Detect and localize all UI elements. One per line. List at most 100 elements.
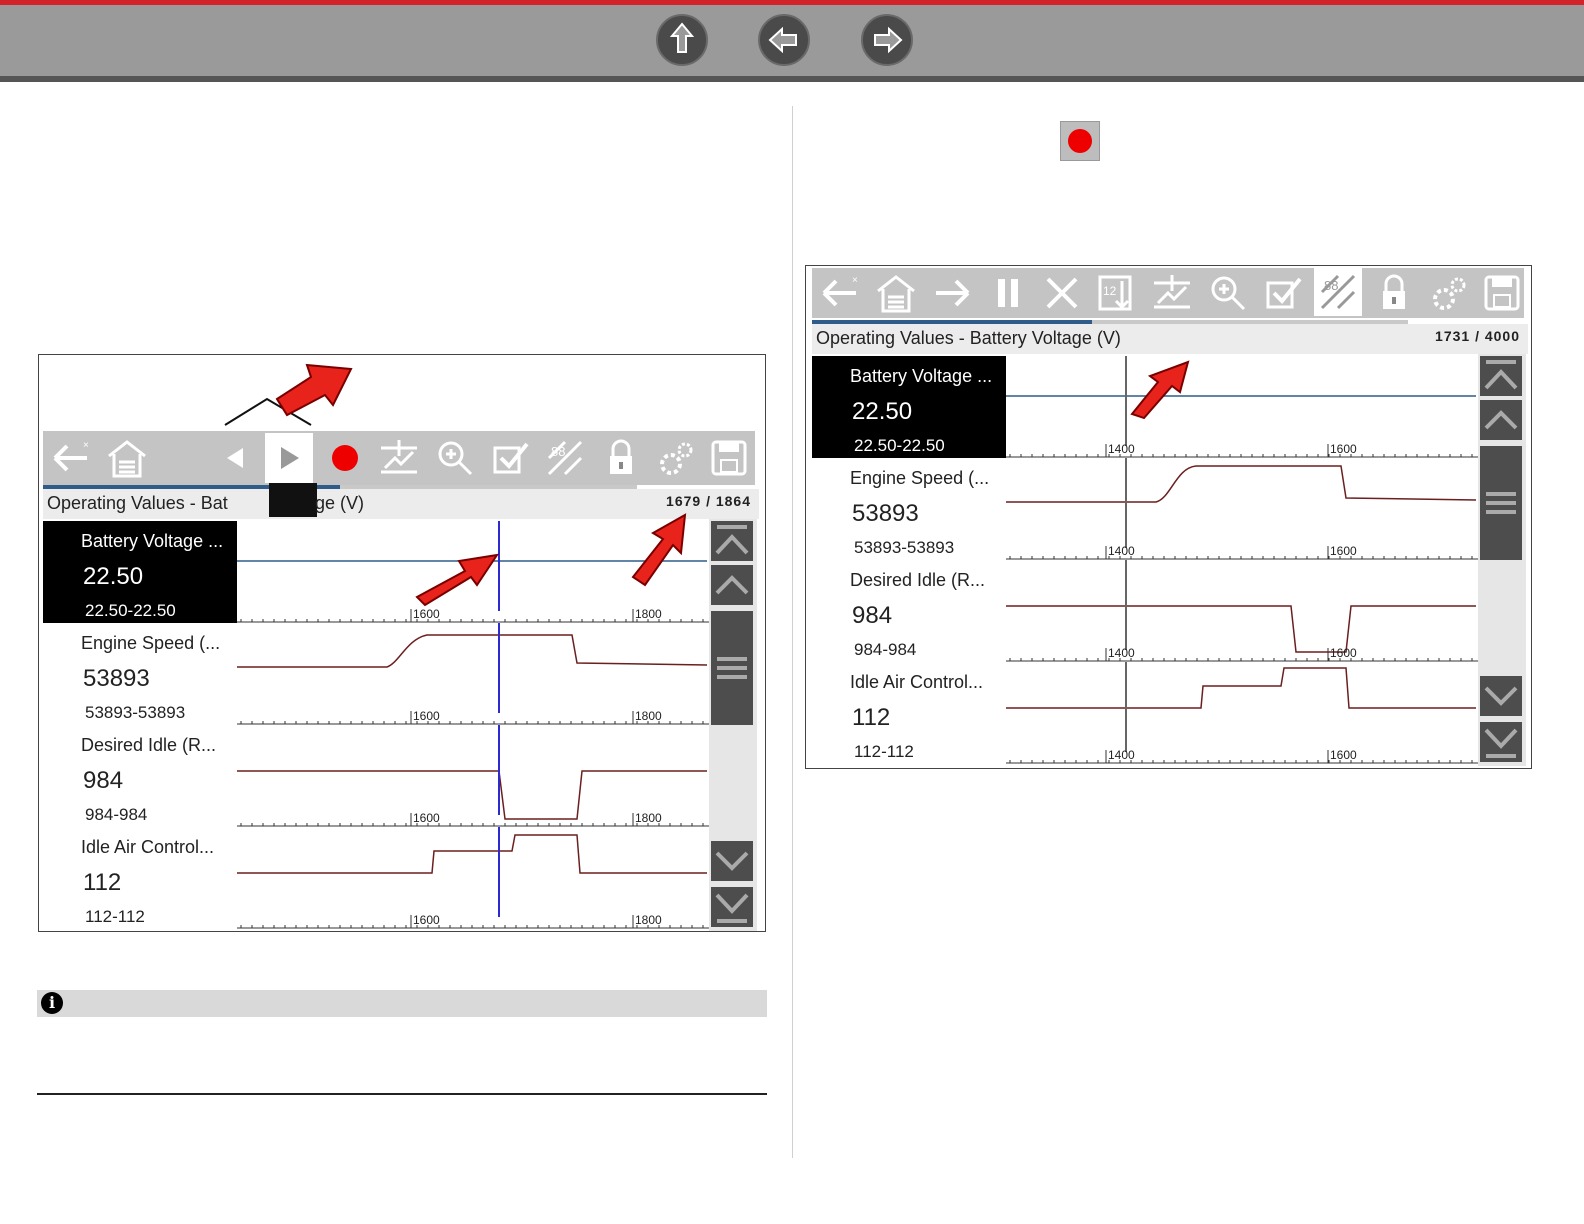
tick-label: 1400 xyxy=(1108,748,1135,762)
parameter-label-box[interactable]: Desired Idle (R... 984 984-984 xyxy=(43,725,237,827)
parameter-row[interactable]: Idle Air Control... 112 112-112 1400 1600 xyxy=(812,662,1478,764)
parameter-row[interactable]: Idle Air Control... 112 112-112 1600 1800 xyxy=(43,827,709,929)
scroll-down-button[interactable] xyxy=(1480,676,1522,716)
scroll-bottom-button[interactable] xyxy=(711,887,753,927)
parameter-graph[interactable]: 1400 1600 xyxy=(1006,662,1478,764)
home-up-button[interactable] xyxy=(656,14,708,66)
select-icon[interactable] xyxy=(489,436,533,480)
tick-label: 1600 xyxy=(1330,646,1357,660)
previous-frame-icon[interactable] xyxy=(213,436,257,480)
scroll-down-button[interactable] xyxy=(711,841,753,881)
parameter-name: Engine Speed (... xyxy=(850,468,990,488)
chevron-up-icon xyxy=(715,575,749,595)
chevron-down-icon xyxy=(715,851,749,871)
svg-text:88: 88 xyxy=(551,444,565,459)
svg-text:×: × xyxy=(852,275,858,286)
tick-label: 1800 xyxy=(635,607,662,621)
callout-bracket xyxy=(224,363,353,426)
tick-label: 1800 xyxy=(635,709,662,723)
lock-icon[interactable] xyxy=(599,436,643,480)
parameter-name: Desired Idle (R... xyxy=(850,570,986,590)
home-icon[interactable] xyxy=(105,436,149,480)
cursor-marker xyxy=(269,483,317,517)
record-icon[interactable] xyxy=(323,436,367,480)
tick-label: 1600 xyxy=(413,709,440,723)
sort-icon[interactable]: 12 xyxy=(1094,271,1138,315)
tick-label: 1600 xyxy=(413,913,440,927)
parameter-graph[interactable]: 1400 1600 xyxy=(1006,458,1478,560)
previous-page-button[interactable] xyxy=(758,14,810,66)
parameter-label-box[interactable]: Battery Voltage ... 22.50 22.50-22.50 xyxy=(812,356,1006,458)
column-divider xyxy=(792,106,793,1158)
parameter-label-box[interactable]: Battery Voltage ... 22.50 22.50-22.50 xyxy=(43,521,237,623)
chevron-up-icon xyxy=(1484,410,1518,430)
parameter-label-box[interactable]: Idle Air Control... 112 112-112 xyxy=(812,662,1006,764)
scroll-up-button[interactable] xyxy=(711,565,753,605)
save-icon[interactable] xyxy=(1480,271,1524,315)
zoom-icon[interactable] xyxy=(1206,271,1250,315)
graph-scale-icon[interactable] xyxy=(1150,271,1194,315)
svg-text:88: 88 xyxy=(1324,278,1338,293)
parameter-label-box[interactable]: Engine Speed (... 53893 53893-53893 xyxy=(812,458,1006,560)
parameter-value: 112 xyxy=(852,704,891,731)
parameter-graph[interactable]: 1600 1800 xyxy=(237,725,709,827)
left-header-title: Operating Values - Bat xyxy=(47,493,228,513)
tick-label: 1600 xyxy=(1330,544,1357,558)
home-icon[interactable] xyxy=(874,271,918,315)
scroll-bottom-button[interactable] xyxy=(1480,722,1522,762)
parameter-label-box[interactable]: Engine Speed (... 53893 53893-53893 xyxy=(43,623,237,725)
forward-icon[interactable] xyxy=(930,271,974,315)
parameter-graph[interactable]: 1600 1800 xyxy=(237,827,709,929)
parameter-range: 22.50-22.50 xyxy=(85,601,176,620)
parameter-value: 984 xyxy=(852,602,893,629)
tick-label: 1600 xyxy=(1330,748,1357,762)
parameter-value: 22.50 xyxy=(852,398,913,425)
back-icon[interactable]: × xyxy=(49,436,93,480)
lock-icon[interactable] xyxy=(1372,271,1416,315)
scroll-top-icon xyxy=(715,525,749,555)
zoom-icon[interactable] xyxy=(433,436,477,480)
pause-icon[interactable] xyxy=(986,271,1030,315)
grip-icon xyxy=(1486,492,1516,514)
scroll-top-button[interactable] xyxy=(1480,356,1522,396)
parameter-label-box[interactable]: Desired Idle (R... 984 984-984 xyxy=(812,560,1006,662)
parameter-row[interactable]: Desired Idle (R... 984 984-984 1400 1600 xyxy=(812,560,1478,662)
back-icon[interactable]: × xyxy=(818,271,862,315)
parameter-row[interactable]: Engine Speed (... 53893 53893-53893 1400 160… xyxy=(812,458,1478,560)
clear-icon[interactable] xyxy=(1040,271,1084,315)
top-accent-line xyxy=(0,0,1584,5)
next-page-button[interactable] xyxy=(861,14,913,66)
save-icon[interactable] xyxy=(707,436,751,480)
parameter-value: 984 xyxy=(83,767,124,794)
parameter-graph[interactable]: 1400 1600 xyxy=(1006,356,1478,458)
scroll-top-button[interactable] xyxy=(711,521,753,561)
settings-icon[interactable] xyxy=(1426,271,1470,315)
parameter-graph[interactable]: 1600 1800 xyxy=(237,623,709,725)
left-toolbar: × 88 xyxy=(43,431,755,485)
record-icon xyxy=(1068,129,1092,153)
left-arrow-icon xyxy=(768,26,797,54)
select-icon[interactable] xyxy=(1262,271,1306,315)
scroll-bottom-icon xyxy=(715,893,749,923)
right-scroll-column xyxy=(1478,354,1526,766)
settings-icon[interactable] xyxy=(653,436,697,480)
scroll-thumb[interactable] xyxy=(1480,446,1522,560)
parameter-graph[interactable]: 1400 1600 xyxy=(1006,560,1478,662)
tick-label: 1800 xyxy=(635,913,662,927)
chevron-down-icon xyxy=(1484,686,1518,706)
parameter-row[interactable]: Desired Idle (R... 984 984-984 1600 1800 xyxy=(43,725,709,827)
play-icon[interactable] xyxy=(265,433,313,483)
tick-label: 1800 xyxy=(635,811,662,825)
split-view-icon[interactable]: 88 xyxy=(543,436,587,480)
parameter-range: 53893-53893 xyxy=(854,538,955,557)
tick-label: 1400 xyxy=(1108,442,1135,456)
right-screen-capture: × 12 88 Operating Values - Battery Volta… xyxy=(805,265,1532,769)
split-view-icon[interactable]: 88 xyxy=(1314,268,1362,316)
graph-scale-icon[interactable] xyxy=(377,436,421,480)
parameter-label-box[interactable]: Idle Air Control... 112 112-112 xyxy=(43,827,237,929)
scroll-thumb[interactable] xyxy=(711,611,753,725)
parameter-row[interactable]: Battery Voltage ... 22.50 22.50-22.50 1600 1… xyxy=(43,521,709,623)
parameter-row[interactable]: Engine Speed (... 53893 53893-53893 1600 180… xyxy=(43,623,709,725)
scroll-up-button[interactable] xyxy=(1480,400,1522,440)
section-rule xyxy=(37,1093,767,1095)
